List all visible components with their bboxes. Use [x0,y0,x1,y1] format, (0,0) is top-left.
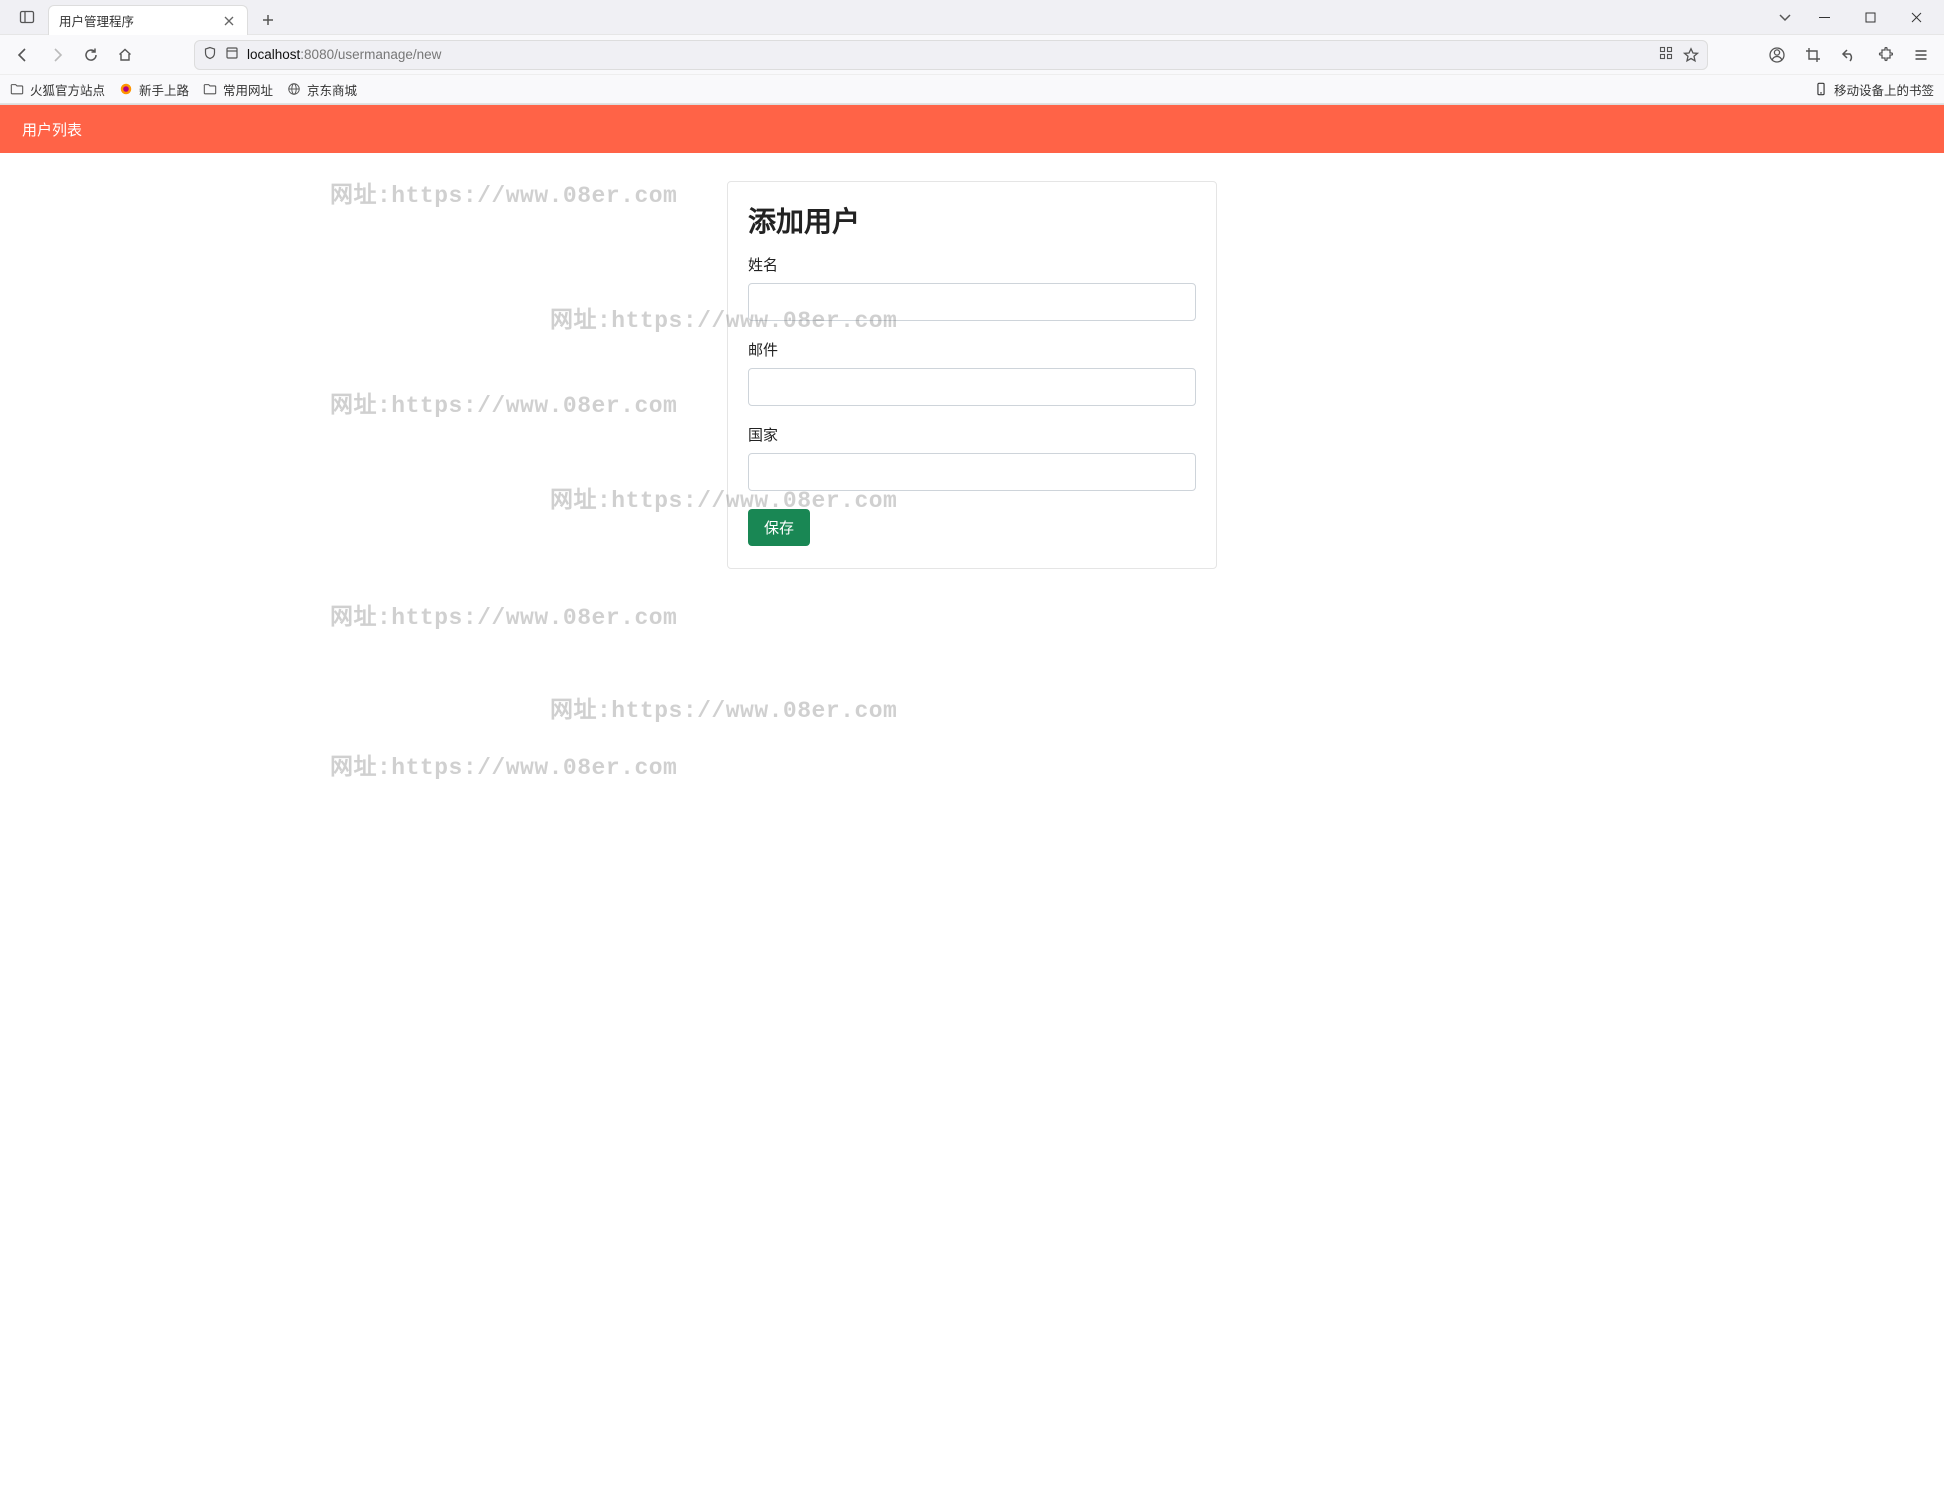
bookmark-item[interactable]: 火狐官方站点 [10,80,105,99]
folder-icon [10,82,24,96]
bookmark-label: 移动设备上的书签 [1834,80,1934,99]
browser-tab-active[interactable]: 用户管理程序 [48,5,248,35]
account-icon[interactable] [1762,40,1792,70]
nav-back-button[interactable] [8,40,38,70]
country-label: 国家 [748,424,1196,445]
mobile-icon [1814,82,1828,96]
app-menu-button[interactable] [1906,40,1936,70]
bookmark-label: 新手上路 [139,80,189,99]
url-path: :8080/usermanage/new [300,47,441,62]
new-tab-button[interactable] [254,6,282,34]
nav-reload-button[interactable] [76,40,106,70]
url-bar[interactable]: localhost:8080/usermanage/new [194,40,1708,70]
bookmark-item[interactable]: 新手上路 [119,80,189,99]
bookmark-item[interactable]: 常用网址 [203,80,273,99]
tab-close-button[interactable] [221,13,237,29]
globe-icon [287,82,301,96]
extensions-icon[interactable] [1870,40,1900,70]
bookmarks-bar: 火狐官方站点 新手上路 常用网址 京东商城 移动设备上的书签 [0,74,1944,104]
watermark-text: 网址:https://www.08er.com [330,747,677,781]
name-label: 姓名 [748,254,1196,275]
form-heading: 添加用户 [748,200,1196,240]
sidebar-toggle-button[interactable] [12,0,42,34]
tab-strip: 用户管理程序 [42,0,1770,34]
url-text: localhost:8080/usermanage/new [247,47,1651,62]
toolbar-right [1722,40,1936,70]
watermark-text: 网址:https://www.08er.com [550,690,897,724]
folder-icon [203,82,217,96]
bookmark-label: 常用网址 [223,80,273,99]
country-input[interactable] [748,453,1196,491]
add-user-card: 添加用户 姓名 邮件 国家 保存 [727,181,1217,569]
shield-icon[interactable] [203,46,217,63]
bookmark-item[interactable]: 京东商城 [287,80,357,99]
bookmark-label: 京东商城 [307,80,357,99]
qr-icon[interactable] [1659,46,1673,63]
browser-chrome: 用户管理程序 [0,0,1944,105]
mobile-bookmarks-item[interactable]: 移动设备上的书签 [1814,80,1934,99]
url-host: localhost [247,47,300,62]
app-navbar: 用户列表 [0,105,1944,153]
tab-title: 用户管理程序 [59,11,213,30]
nav-home-button[interactable] [110,40,140,70]
undo-icon[interactable] [1834,40,1864,70]
tabs-overflow-button[interactable] [1770,2,1800,32]
window-close-button[interactable] [1894,2,1938,32]
bookmark-label: 火狐官方站点 [30,80,105,99]
window-minimize-button[interactable] [1802,2,1846,32]
bookmark-star-icon[interactable] [1683,47,1699,63]
email-label: 邮件 [748,339,1196,360]
name-input[interactable] [748,283,1196,321]
save-button[interactable]: 保存 [748,509,810,546]
window-maximize-button[interactable] [1848,2,1892,32]
page-viewport: 用户列表 添加用户 姓名 邮件 国家 保存 网址:https://www.08e… [0,105,1944,1491]
titlebar: 用户管理程序 [0,0,1944,34]
email-input[interactable] [748,368,1196,406]
titlebar-right [1770,0,1944,34]
crop-icon[interactable] [1798,40,1828,70]
nav-forward-button[interactable] [42,40,72,70]
nav-title-link[interactable]: 用户列表 [22,119,82,140]
firefox-icon [119,82,133,96]
browser-toolbar: localhost:8080/usermanage/new [0,34,1944,74]
site-info-icon[interactable] [225,46,239,63]
